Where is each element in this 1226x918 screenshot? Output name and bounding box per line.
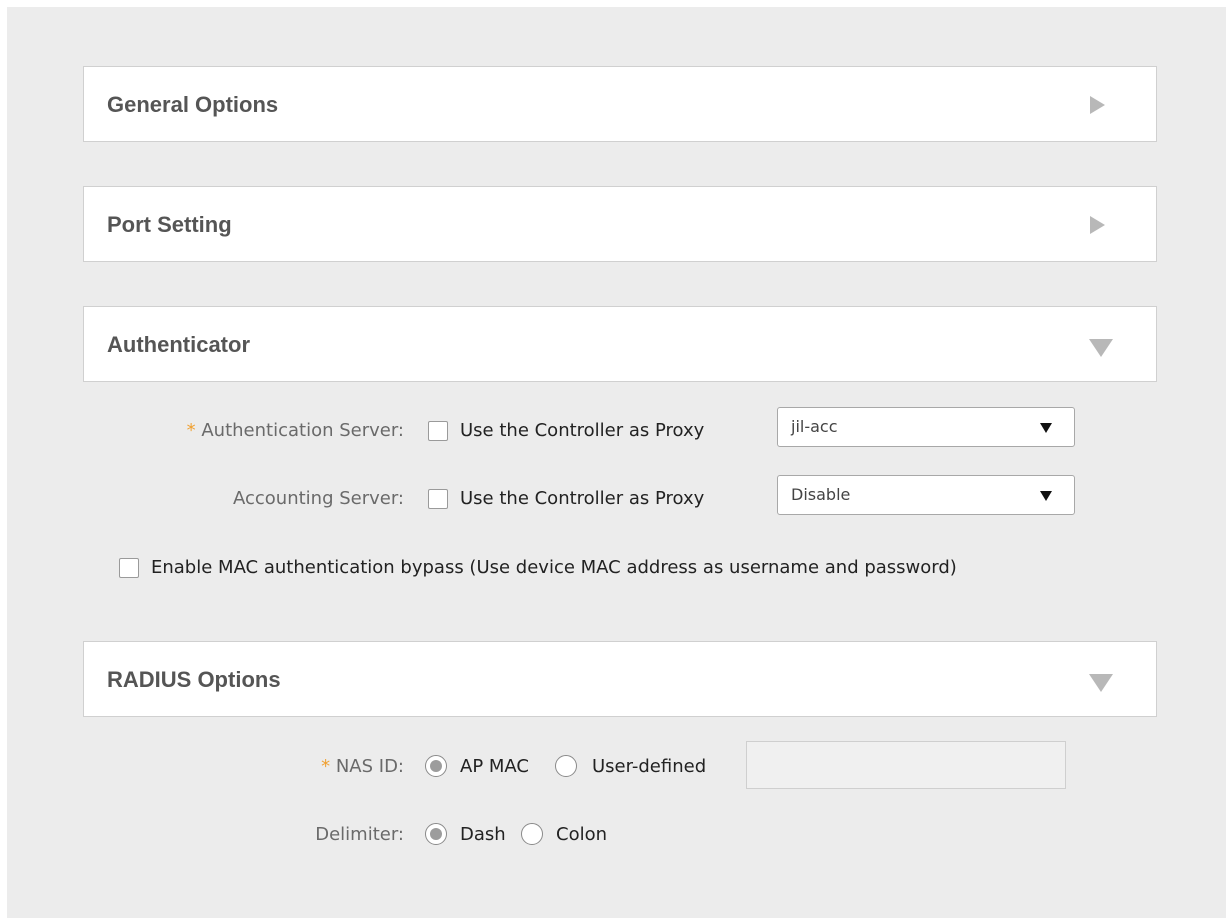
auth-server-proxy-label: Use the Controller as Proxy: [460, 420, 705, 441]
delimiter-colon-radio[interactable]: [521, 823, 543, 845]
auth-server-label: * Authentication Server:: [186, 420, 404, 441]
panel-radius-options[interactable]: RADIUS Options: [83, 641, 1157, 717]
delimiter-label: Delimiter:: [315, 824, 404, 845]
auth-server-proxy-checkbox[interactable]: [428, 421, 448, 441]
accounting-server-select[interactable]: Disable: [777, 475, 1075, 515]
nas-id-ap-mac-label: AP MAC: [460, 756, 529, 777]
triangle-down-icon[interactable]: [1089, 674, 1113, 692]
nas-id-ap-mac-radio[interactable]: [425, 755, 447, 777]
delimiter-colon-label: Colon: [556, 824, 608, 845]
required-asterisk: *: [321, 756, 331, 777]
panel-title: Authenticator: [107, 332, 250, 357]
nas-id-user-defined-input[interactable]: [746, 741, 1066, 789]
delimiter-dash-label: Dash: [460, 824, 506, 845]
auth-server-select[interactable]: jil-acc: [777, 407, 1075, 447]
nas-id-user-defined-label: User-defined: [592, 756, 707, 777]
accounting-server-label: Accounting Server:: [232, 488, 404, 509]
mac-bypass-checkbox[interactable]: [119, 558, 139, 578]
required-asterisk: *: [186, 420, 196, 441]
panel-general-options[interactable]: General Options: [83, 66, 1157, 142]
triangle-down-icon[interactable]: [1089, 339, 1113, 357]
delimiter-dash-radio[interactable]: [425, 823, 447, 845]
mac-bypass-label: Enable MAC authentication bypass (Use de…: [151, 557, 957, 578]
auth-server-selected-value: jil-acc: [791, 417, 838, 436]
nas-id-user-defined-radio[interactable]: [555, 755, 577, 777]
accounting-server-selected-value: Disable: [791, 485, 851, 504]
accounting-server-proxy-label: Use the Controller as Proxy: [460, 488, 705, 509]
panel-title: Port Setting: [107, 212, 232, 237]
triangle-right-icon[interactable]: [1090, 216, 1105, 234]
caret-down-icon: [1040, 423, 1052, 433]
panel-title: General Options: [107, 92, 279, 117]
caret-down-icon: [1040, 491, 1052, 501]
triangle-right-icon[interactable]: [1090, 96, 1105, 114]
panel-port-setting[interactable]: Port Setting: [83, 186, 1157, 262]
accounting-server-proxy-checkbox[interactable]: [428, 489, 448, 509]
panel-authenticator[interactable]: Authenticator: [83, 306, 1157, 382]
nas-id-label: * NAS ID:: [321, 756, 404, 777]
panel-title: RADIUS Options: [107, 667, 281, 692]
